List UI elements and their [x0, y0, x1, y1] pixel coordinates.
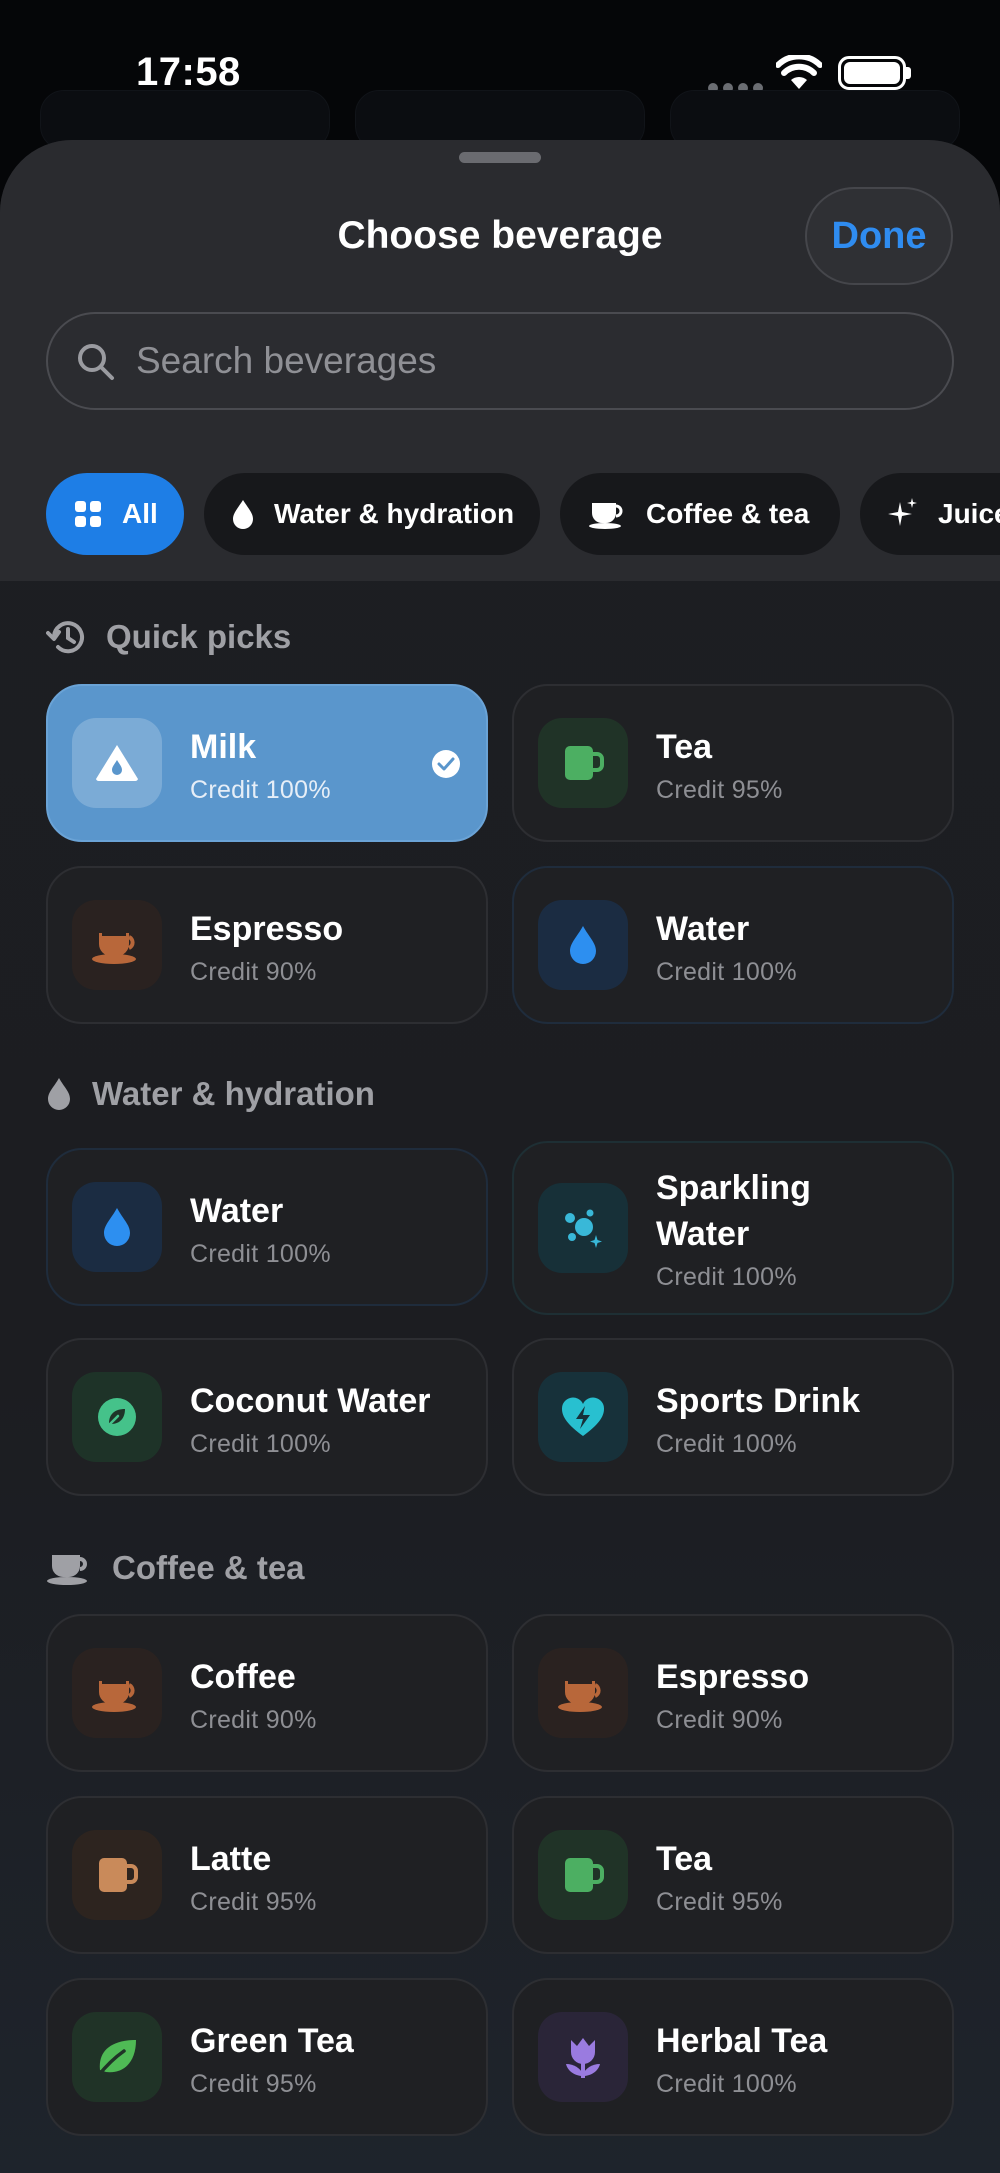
droplet-icon	[538, 900, 628, 990]
leaf-icon	[72, 2012, 162, 2102]
filter-chip-label: All	[122, 498, 158, 529]
beverage-credit: Credit 100%	[656, 2070, 797, 2098]
droplet-icon	[72, 1182, 162, 1272]
checkmark-icon	[432, 750, 460, 778]
beverage-credit: Credit 100%	[190, 776, 331, 804]
beverage-credit: Credit 95%	[190, 1888, 317, 1916]
beverage-name: Tea	[656, 728, 713, 766]
sheet-grabber[interactable]	[459, 152, 541, 163]
heart-bolt-icon	[538, 1372, 628, 1462]
beverage-name: Green Tea	[190, 2022, 354, 2060]
section-title: Quick picks	[106, 618, 292, 655]
wifi-icon	[776, 55, 822, 89]
section-title: Water & hydration	[92, 1075, 375, 1112]
filter-chip-label: Water & hydration	[274, 498, 515, 529]
search-icon	[78, 344, 114, 380]
sparkles-icon	[888, 498, 918, 530]
beverage-name: Water	[656, 1215, 750, 1253]
coffee-cup-icon	[72, 900, 162, 990]
mug-icon	[538, 1830, 628, 1920]
beverage-credit: Credit 95%	[656, 776, 783, 804]
beverage-name: Sparkling	[656, 1169, 811, 1207]
beverage-credit: Credit 100%	[656, 958, 797, 986]
beverage-card-sports-drink[interactable]: Sports Drink Credit 100%	[512, 1338, 954, 1496]
mug-icon	[538, 718, 628, 808]
beverage-credit: Credit 95%	[656, 1888, 783, 1916]
droplet-icon	[46, 1076, 72, 1112]
beverage-credit: Credit 90%	[656, 1706, 783, 1734]
beverage-card-milk[interactable]: Milk Credit 100%	[46, 684, 488, 842]
battery-icon	[838, 56, 906, 90]
beverage-name: Tea	[656, 1840, 713, 1878]
beverage-sheet: Choose beverage Done All Water & hydrati…	[0, 140, 1000, 2173]
beverage-card-tea[interactable]: Tea Credit 95%	[512, 1796, 954, 1954]
beverage-name: Coconut Water	[190, 1382, 431, 1420]
section-title: Coffee & tea	[112, 1549, 305, 1586]
beverage-name: Sports Drink	[656, 1382, 861, 1420]
cup-icon	[46, 1551, 92, 1585]
section-header-coffee-tea: Coffee & tea	[46, 1549, 305, 1587]
search-box[interactable]	[46, 312, 954, 410]
filter-chip-water[interactable]: Water & hydration	[204, 473, 540, 555]
done-button[interactable]: Done	[805, 187, 953, 285]
beverage-credit: Credit 100%	[656, 1263, 797, 1291]
beverage-credit: Credit 100%	[656, 1430, 797, 1458]
status-time: 17:58	[136, 50, 241, 94]
cellular-signal-icon	[708, 80, 768, 93]
filter-chip-label: Coffee & tea	[646, 498, 810, 529]
beverage-name: Herbal Tea	[656, 2022, 828, 2060]
beverage-name: Espresso	[190, 910, 344, 948]
coffee-cup-icon	[538, 1648, 628, 1738]
beverage-credit: Credit 95%	[190, 2070, 317, 2098]
beverage-card-coconut-water[interactable]: Coconut Water Credit 100%	[46, 1338, 488, 1496]
bubbles-icon	[538, 1183, 628, 1273]
beverage-card-espresso[interactable]: Espresso Credit 90%	[46, 866, 488, 1024]
beverage-card-latte[interactable]: Latte Credit 95%	[46, 1796, 488, 1954]
beverage-card-tea[interactable]: Tea Credit 95%	[512, 684, 954, 842]
section-header-water-hydration: Water & hydration	[46, 1075, 375, 1113]
beverage-card-herbal-tea[interactable]: Herbal Tea Credit 100%	[512, 1978, 954, 2136]
beverage-credit: Credit 100%	[190, 1430, 331, 1458]
history-icon	[46, 618, 86, 656]
beverage-card-espresso[interactable]: Espresso Credit 90%	[512, 1614, 954, 1772]
milk-drop-icon	[72, 718, 162, 808]
filter-chip-juice[interactable]: Juice	[860, 473, 1000, 555]
beverage-name: Espresso	[656, 1658, 810, 1696]
beverage-card-coffee[interactable]: Coffee Credit 90%	[46, 1614, 488, 1772]
beverage-name: Water	[190, 1192, 284, 1230]
beverage-credit: Credit 90%	[190, 1706, 317, 1734]
beverage-card-green-tea[interactable]: Green Tea Credit 95%	[46, 1978, 488, 2136]
beverage-name: Latte	[190, 1840, 272, 1878]
beverage-name: Water	[656, 910, 750, 948]
tulip-icon	[538, 2012, 628, 2102]
beverage-card-sparkling-water[interactable]: Sparkling Water Credit 100%	[512, 1141, 954, 1315]
coffee-cup-icon	[72, 1648, 162, 1738]
droplet-icon	[232, 499, 254, 529]
beverage-card-water[interactable]: Water Credit 100%	[46, 1148, 488, 1306]
filter-chip-all[interactable]: All	[46, 473, 184, 555]
beverage-credit: Credit 100%	[190, 1240, 331, 1268]
beverage-name: Milk	[190, 728, 257, 766]
leaf-circle-icon	[72, 1372, 162, 1462]
mug-icon	[72, 1830, 162, 1920]
filter-chip-coffee-tea[interactable]: Coffee & tea	[560, 473, 840, 555]
beverage-card-water[interactable]: Water Credit 100%	[512, 866, 954, 1024]
cup-icon	[588, 499, 626, 529]
beverage-name: Coffee	[190, 1658, 296, 1696]
section-header-quick-picks: Quick picks	[46, 618, 291, 656]
search-input[interactable]	[136, 314, 916, 408]
filter-chip-label: Juice	[938, 498, 1000, 529]
beverage-credit: Credit 90%	[190, 958, 317, 986]
grid-icon	[74, 500, 102, 528]
